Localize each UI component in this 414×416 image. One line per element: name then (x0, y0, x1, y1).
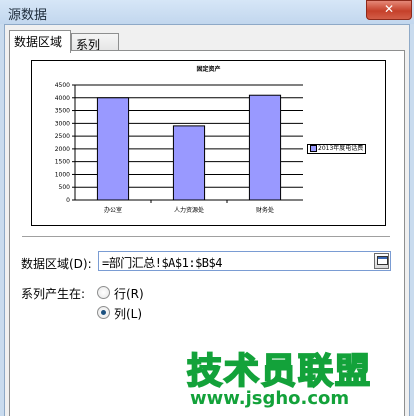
radio-columns[interactable] (97, 306, 110, 319)
y-tick-label: 4500 (55, 82, 70, 89)
tab-data-range[interactable]: 数据区域 (9, 30, 71, 53)
legend-key (310, 145, 317, 152)
window-title: 源数据 (8, 8, 48, 23)
radio-rows[interactable] (97, 286, 110, 299)
range-value: =部门汇总!$A$1:$B$4 (102, 256, 222, 270)
y-tick-label: 3000 (55, 120, 70, 127)
y-tick-label: 1500 (55, 159, 70, 166)
chart-legend: 2013年度电话费 (307, 144, 367, 154)
close-icon: ✕ (383, 2, 395, 16)
y-tick-label: 500 (59, 184, 71, 191)
collapse-dialog-button[interactable] (374, 253, 389, 269)
bar-1 (96, 97, 130, 201)
collapse-dialog-icon (377, 256, 388, 265)
bar-2 (172, 125, 206, 201)
y-tick-label: 3500 (55, 108, 70, 115)
range-label: 数据区域(D): (21, 257, 92, 271)
y-tick-label: 1000 (55, 171, 70, 178)
separator (22, 236, 390, 238)
y-tick-label: 0 (66, 197, 70, 204)
close-button[interactable]: ✕ (366, 0, 412, 20)
watermark-url: www.jsgho.com (190, 388, 350, 409)
watermark-logo: 技术员联盟 (186, 351, 373, 393)
chart-plot: 0 500 1000 1500 2000 2500 3000 3500 4000 4500 办公室 人… (55, 82, 303, 214)
y-tick-label: 2500 (55, 133, 70, 140)
series-in-label: 系列产生在: (21, 287, 86, 301)
radio-selected-dot (101, 310, 106, 315)
bar-3 (248, 94, 282, 201)
legend-label: 2013年度电话费 (318, 145, 364, 152)
radio-rows-label[interactable]: 行(R) (114, 285, 144, 302)
x-tick-label: 人力资源处 (174, 206, 204, 214)
range-input[interactable]: =部门汇总!$A$1:$B$4 (98, 251, 391, 271)
y-tick-label: 2000 (55, 146, 70, 153)
y-tick-label: 4000 (55, 95, 70, 102)
title-bar[interactable]: 源数据 ✕ (0, 0, 414, 24)
x-tick-label: 财务处 (256, 206, 274, 214)
x-tick-label: 办公室 (104, 206, 122, 214)
radio-columns-label[interactable]: 列(L) (114, 305, 142, 322)
chart-preview: 固定资产 0 500 1000 1500 2000 2500 3000 3500 4000 450… (31, 60, 386, 226)
